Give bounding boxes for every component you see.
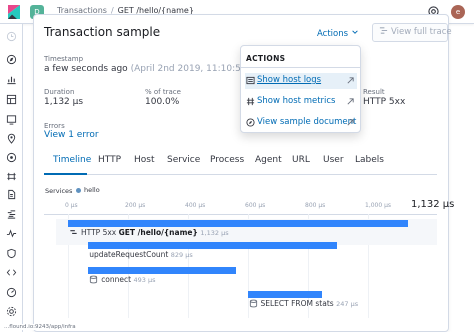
- menu-item-label: Show host metrics: [257, 96, 336, 106]
- view-full-trace-label: View full trace: [391, 27, 452, 37]
- tick-label: 0 μs: [65, 202, 78, 209]
- tick-label: 800 μs: [305, 202, 326, 209]
- span-bar[interactable]: [88, 242, 337, 249]
- monitoring-icon[interactable]: [6, 287, 17, 298]
- apm-trace-icon: [379, 25, 388, 34]
- infrastructure-icon[interactable]: [6, 171, 17, 182]
- span-name: GET /hello/{name}: [118, 228, 201, 237]
- tab-process[interactable]: Process: [210, 155, 244, 165]
- discover-icon: [246, 118, 255, 127]
- span-result: HTTP 5xx: [81, 228, 119, 237]
- menu-item-label: Show host logs: [257, 75, 322, 85]
- dev-tools-icon[interactable]: [6, 267, 17, 278]
- popover-title: ACTIONS: [246, 54, 286, 63]
- span-label[interactable]: HTTP 5xx GET /hello/{name} 1,132 μs: [69, 228, 229, 237]
- show-host-metrics-link[interactable]: Show host metrics: [245, 94, 357, 110]
- tab-http[interactable]: HTTP: [98, 155, 121, 165]
- pct-trace-label: % of trace: [145, 88, 181, 96]
- span-duration: 493 μs: [133, 276, 156, 284]
- external-link-icon: [346, 97, 355, 106]
- span-label[interactable]: updateRequestCount 829 μs: [89, 250, 193, 259]
- duration-value: 1,132 μs: [44, 97, 84, 107]
- tab-timeline[interactable]: Timeline: [53, 155, 91, 165]
- span-bar[interactable]: [247, 291, 322, 298]
- user-avatar[interactable]: e: [451, 5, 465, 19]
- infrastructure-icon: [246, 97, 255, 106]
- span-bar[interactable]: [88, 267, 237, 274]
- apm-icon[interactable]: [6, 209, 17, 220]
- show-host-logs-link[interactable]: Show host logs: [245, 73, 357, 89]
- uptime-icon[interactable]: [6, 228, 17, 239]
- service-legend-name: hello: [84, 186, 100, 194]
- tick-label: 600 μs: [245, 202, 266, 209]
- tab-service[interactable]: Service: [167, 155, 200, 165]
- tab-user[interactable]: User: [323, 155, 344, 165]
- tick-label: 1,000 μs: [365, 202, 392, 209]
- logs-icon: [246, 76, 255, 85]
- logs-icon[interactable]: [6, 189, 17, 200]
- span-label[interactable]: connect 493 μs: [89, 275, 155, 284]
- clock-icon[interactable]: [6, 31, 17, 42]
- services-legend-label: Services: [45, 187, 73, 195]
- menu-item-label: View sample document: [257, 117, 357, 127]
- span-label[interactable]: SELECT FROM stats 247 μs: [249, 299, 359, 308]
- tab-labels[interactable]: Labels: [355, 155, 384, 165]
- pct-trace-value: 100.0%: [145, 97, 180, 107]
- actions-button[interactable]: Actions: [317, 28, 359, 39]
- tick-label: 400 μs: [185, 202, 206, 209]
- service-color-dot: [76, 188, 81, 193]
- view-sample-document-link[interactable]: View sample document: [245, 115, 357, 131]
- external-link-icon: [346, 118, 355, 127]
- selected-tab-indicator: [44, 173, 87, 175]
- total-duration: 1,132 μs: [411, 199, 455, 210]
- maps-icon[interactable]: [6, 133, 17, 144]
- span-duration: 1,132 μs: [200, 229, 229, 237]
- visualize-icon[interactable]: [6, 74, 17, 85]
- canvas-icon[interactable]: [6, 114, 17, 125]
- tick-label: 200 μs: [125, 202, 146, 209]
- management-icon[interactable]: [6, 306, 17, 317]
- transaction-icon: [69, 228, 78, 237]
- span-name: updateRequestCount: [89, 250, 171, 259]
- status-bar-url: ...flound.io:9243/app/infra: [2, 324, 78, 330]
- siem-icon[interactable]: [6, 248, 17, 259]
- page-title: Transaction sample: [44, 25, 161, 39]
- compass-icon[interactable]: [6, 54, 17, 65]
- kibana-logo-icon[interactable]: [8, 5, 20, 19]
- span-duration: 829 μs: [170, 251, 193, 259]
- result-value: HTTP 5xx: [363, 97, 406, 107]
- timestamp-label: Timestamp: [44, 55, 84, 63]
- view-errors-link[interactable]: View 1 error: [44, 130, 99, 140]
- dashboard-icon[interactable]: [6, 94, 17, 105]
- tab-host[interactable]: Host: [134, 155, 155, 165]
- timestamp-value: a few seconds ago (April 2nd 2019, 11:10…: [44, 64, 271, 74]
- span-duration: 247 μs: [336, 300, 359, 308]
- popover-divider: [241, 67, 360, 68]
- tab-agent[interactable]: Agent: [255, 155, 282, 165]
- database-icon: [249, 299, 258, 308]
- result-label: Result: [363, 88, 385, 96]
- timeline-axis: [44, 214, 437, 215]
- ml-icon[interactable]: [6, 152, 17, 163]
- duration-label: Duration: [44, 88, 75, 96]
- span-bar[interactable]: [68, 220, 408, 227]
- span-name: SELECT FROM stats: [260, 299, 337, 308]
- actions-label: Actions: [317, 29, 349, 39]
- chevron-down-icon: [351, 28, 359, 39]
- errors-label: Errors: [44, 122, 65, 130]
- view-full-trace-button[interactable]: View full trace: [372, 23, 452, 42]
- external-link-icon: [346, 76, 355, 85]
- tab-url[interactable]: URL: [292, 155, 310, 165]
- database-icon: [89, 275, 98, 284]
- span-name: connect: [101, 275, 134, 284]
